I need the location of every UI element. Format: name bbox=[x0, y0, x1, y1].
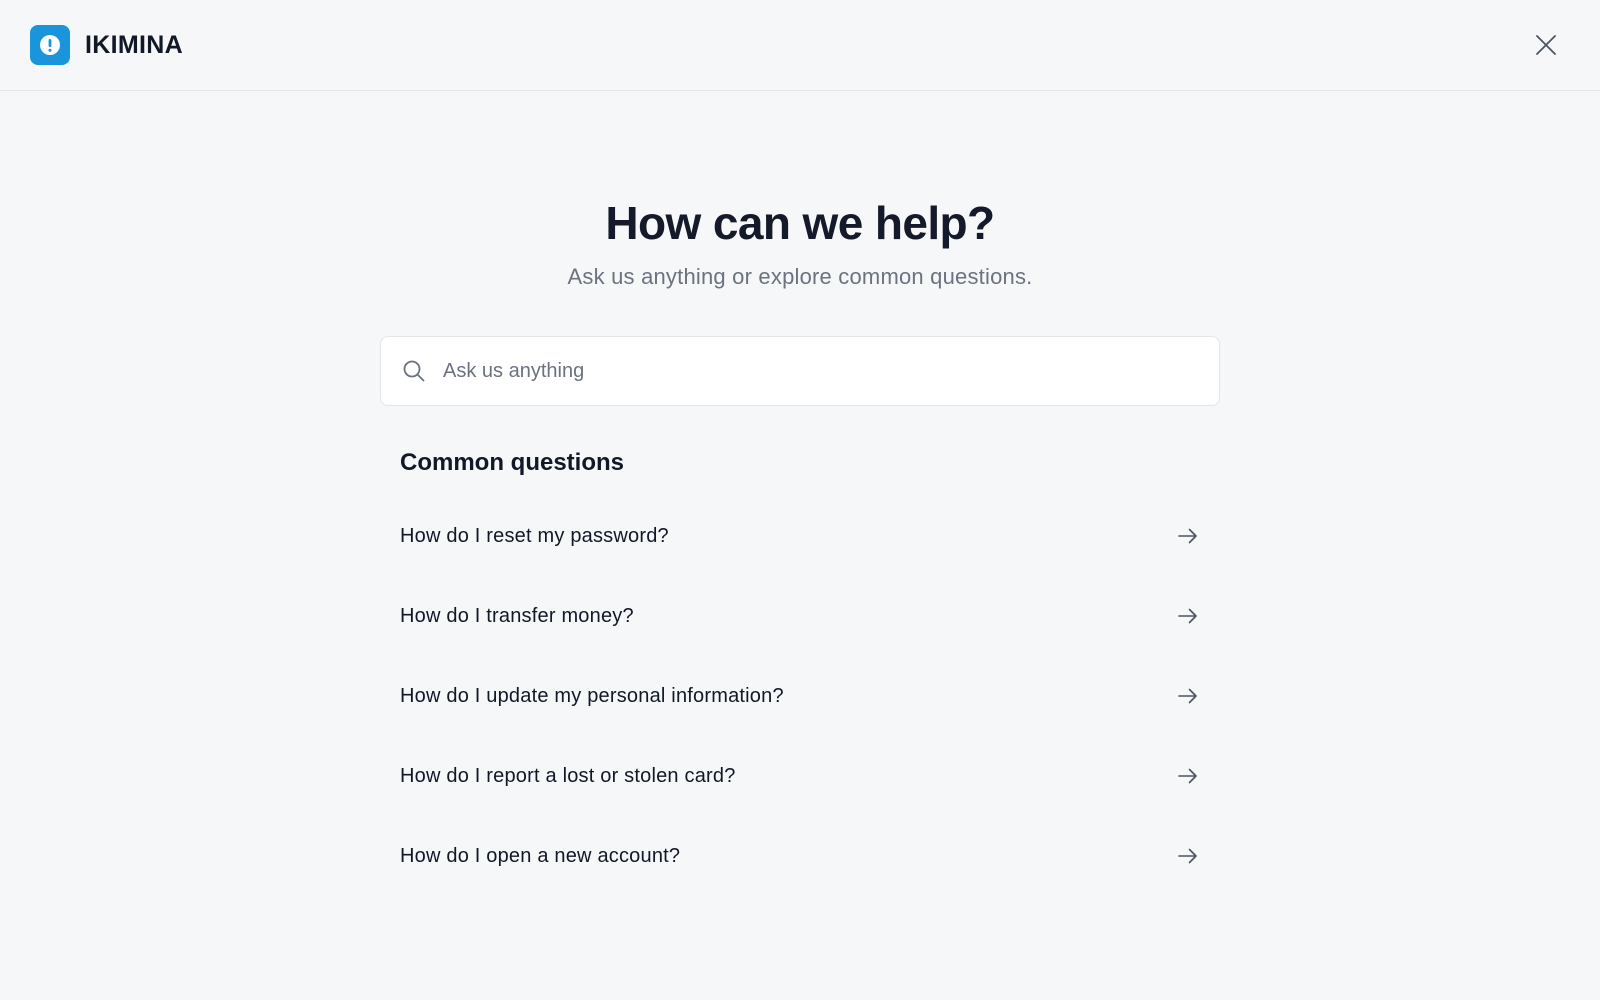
arrow-right-icon bbox=[1176, 604, 1200, 628]
faq-item-lost-card[interactable]: How do I report a lost or stolen card? bbox=[380, 736, 1220, 816]
arrow-right-icon bbox=[1176, 844, 1200, 868]
close-button[interactable] bbox=[1532, 31, 1560, 59]
faq-item-label: How do I reset my password? bbox=[400, 524, 669, 547]
faq-item-reset-password[interactable]: How do I reset my password? bbox=[380, 496, 1220, 576]
brand-logo bbox=[30, 25, 70, 65]
close-icon bbox=[1536, 35, 1556, 55]
search-box[interactable] bbox=[380, 336, 1220, 406]
alert-circle-icon bbox=[40, 35, 60, 55]
faq-item-label: How do I report a lost or stolen card? bbox=[400, 764, 736, 787]
arrow-right-icon bbox=[1176, 524, 1200, 548]
page-title: How can we help? bbox=[605, 197, 995, 249]
faq-item-update-info[interactable]: How do I update my personal information? bbox=[380, 656, 1220, 736]
brand-name: IKIMINA bbox=[85, 30, 183, 59]
faq-item-open-account[interactable]: How do I open a new account? bbox=[380, 816, 1220, 896]
common-questions-title: Common questions bbox=[400, 449, 625, 476]
search-input[interactable] bbox=[443, 351, 1199, 391]
arrow-right-icon bbox=[1176, 764, 1200, 788]
arrow-right-icon bbox=[1176, 684, 1200, 708]
common-questions-list: How do I reset my password? How do I tra… bbox=[380, 496, 1220, 896]
search-icon bbox=[401, 358, 427, 384]
faq-item-label: How do I transfer money? bbox=[400, 604, 634, 627]
top-bar: IKIMINA bbox=[0, 0, 1600, 91]
faq-item-label: How do I open a new account? bbox=[400, 844, 681, 867]
faq-item-transfer-money[interactable]: How do I transfer money? bbox=[380, 576, 1220, 656]
page-subtitle: Ask us anything or explore common questi… bbox=[567, 264, 1033, 289]
faq-item-label: How do I update my personal information? bbox=[400, 684, 784, 707]
